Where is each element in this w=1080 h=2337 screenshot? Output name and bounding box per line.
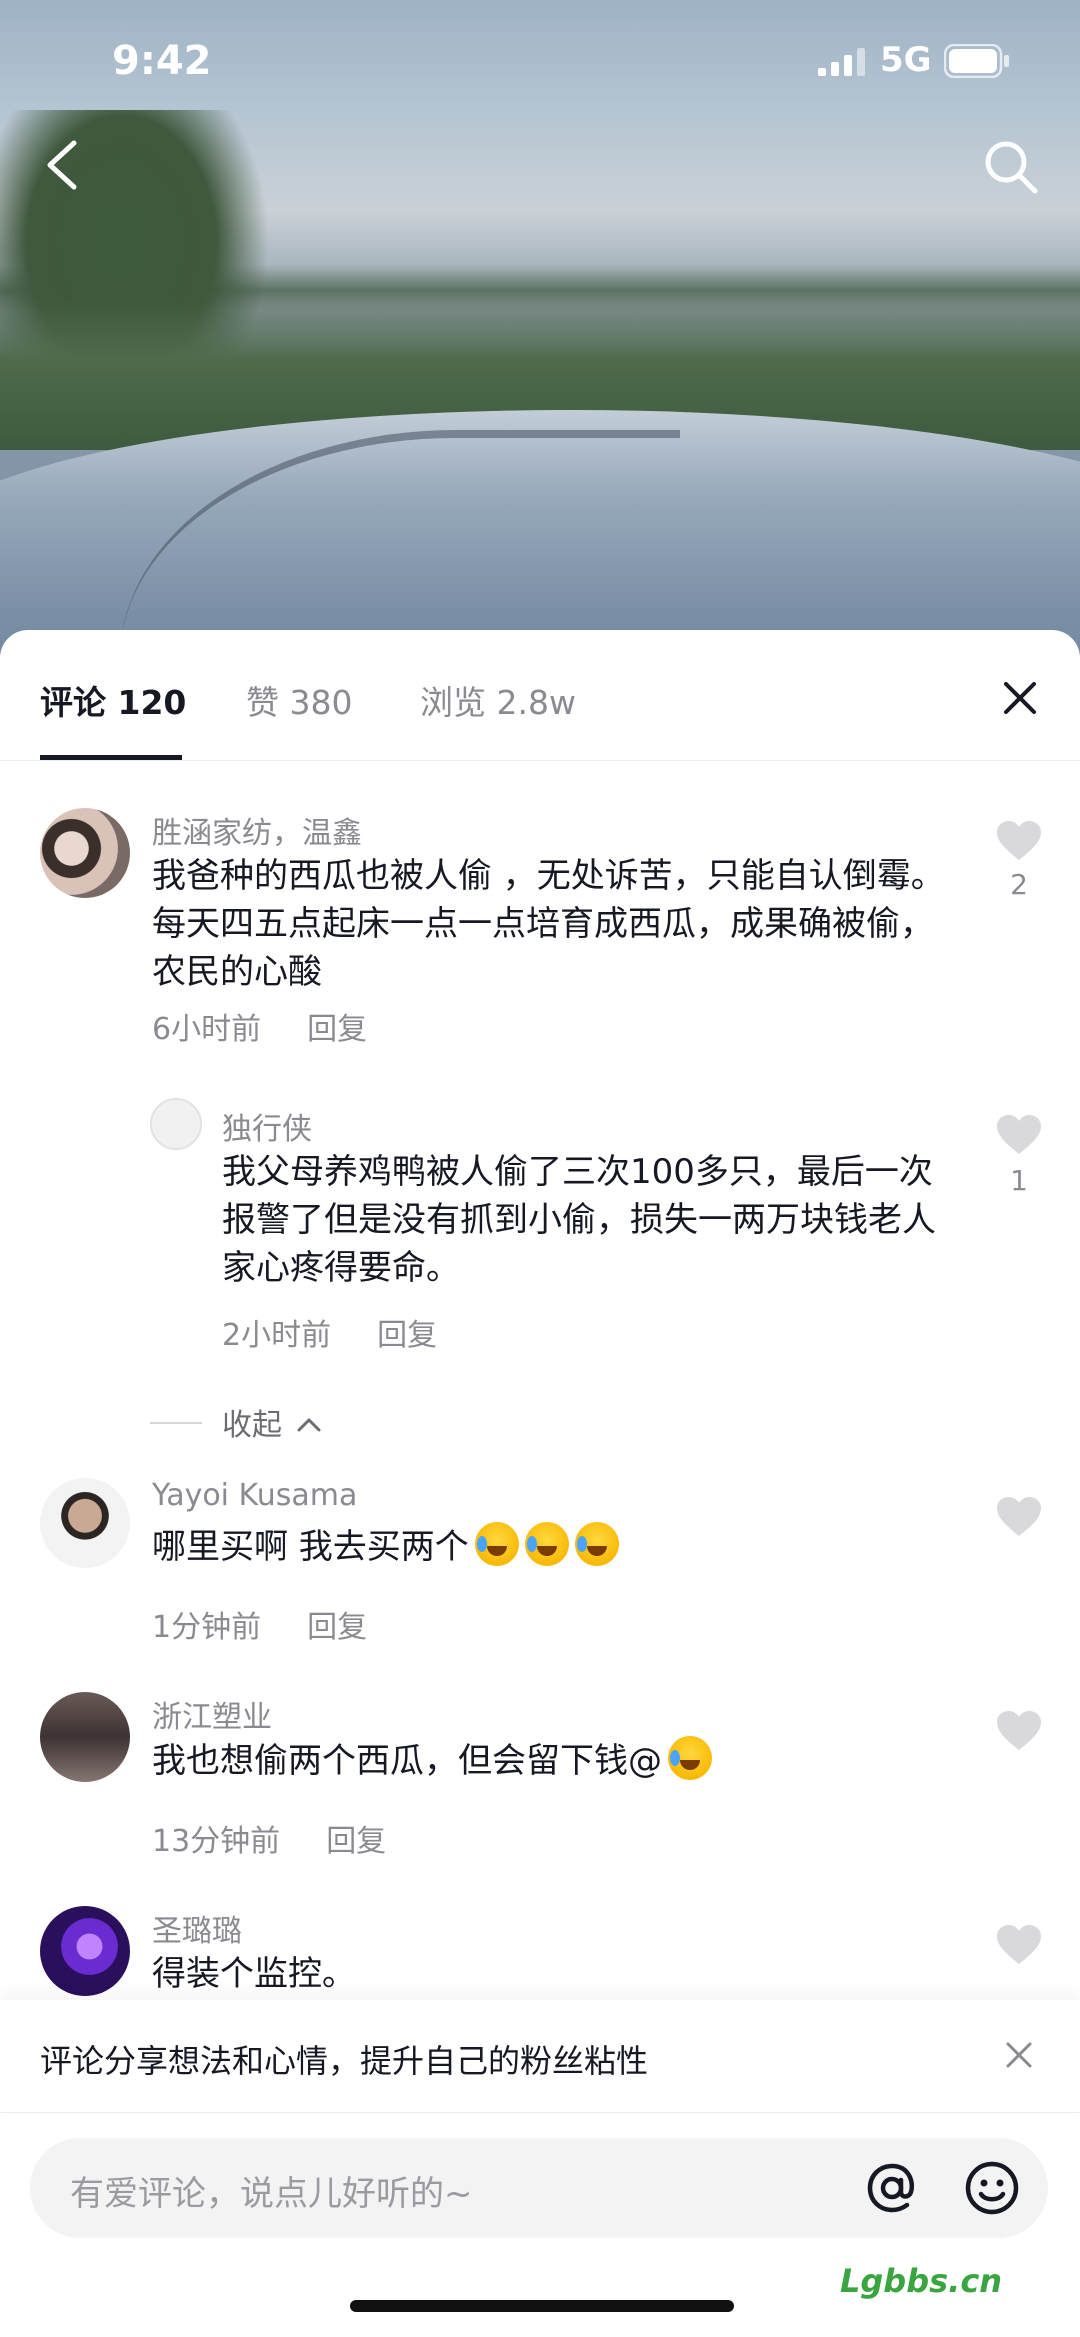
battery-icon <box>944 44 1009 78</box>
comment-author[interactable]: 圣璐璐 <box>152 1906 242 1950</box>
avatar[interactable] <box>40 1906 130 1996</box>
laughing-emoji-icon <box>668 1736 712 1780</box>
heart-icon <box>997 1925 1041 1964</box>
divider <box>0 2112 1080 2113</box>
comment-tabs: 评论 120 赞 380 浏览 2.8w <box>0 630 1080 760</box>
avatar[interactable] <box>40 1478 130 1568</box>
comment-time: 13分钟前 <box>152 1824 281 1859</box>
tip-text: 评论分享想法和心情，提升自己的粉丝粘性 <box>40 2042 649 2080</box>
divider <box>150 1422 202 1424</box>
emoji-icon[interactable] <box>962 2158 1022 2218</box>
tab-comments[interactable]: 评论 120 <box>40 676 186 724</box>
reply-author[interactable]: 独行侠 <box>222 1104 312 1148</box>
heart-icon <box>997 1115 1041 1154</box>
chevron-up-icon <box>297 1418 321 1432</box>
like-count: 2 <box>1010 868 1028 901</box>
comment-author[interactable]: 浙江塑业 <box>152 1692 272 1736</box>
like-button[interactable] <box>996 1114 1042 1156</box>
comment-input[interactable]: 有爱评论，说点儿好听的~ <box>30 2138 1048 2238</box>
comment-meta: 6小时前 回复 <box>152 1004 367 1048</box>
avatar[interactable] <box>150 1098 202 1150</box>
like-button[interactable] <box>996 1924 1042 1966</box>
reply-button[interactable]: 回复 <box>326 1824 386 1859</box>
comment-author[interactable]: Yayoi Kusama <box>152 1478 357 1513</box>
search-icon[interactable] <box>982 138 1040 196</box>
comment-time: 1分钟前 <box>152 1610 262 1645</box>
comment-text[interactable]: 哪里买啊 我去买两个 <box>152 1522 952 1571</box>
status-time: 9:42 <box>112 38 212 84</box>
comment-text-content: 哪里买啊 我去买两个 <box>152 1527 469 1567</box>
signal-icon <box>818 48 865 76</box>
comment-text[interactable]: 得装个监控。 <box>152 1950 952 1998</box>
back-icon[interactable] <box>40 135 86 195</box>
home-indicator[interactable] <box>350 2300 734 2312</box>
reply-time: 2小时前 <box>222 1318 332 1353</box>
close-icon[interactable] <box>1002 680 1038 716</box>
reply-button[interactable]: 回复 <box>377 1318 437 1353</box>
divider <box>0 760 1080 761</box>
heart-icon <box>997 1497 1041 1536</box>
status-bar: 9:42 5G <box>0 0 1080 120</box>
watermark: Lgbbs.cn <box>840 2262 1003 2300</box>
heart-icon <box>997 821 1041 860</box>
laughing-emoji-icon <box>524 1522 569 1566</box>
reply-button[interactable]: 回复 <box>307 1012 367 1047</box>
laughing-emoji-icon <box>574 1522 619 1566</box>
reply-meta: 2小时前 回复 <box>222 1310 437 1354</box>
tip-banner: 评论分享想法和心情，提升自己的粉丝粘性 <box>0 2000 1080 2112</box>
tab-views[interactable]: 浏览 2.8w <box>420 676 576 724</box>
comment-author[interactable]: 胜涵家纺，温鑫 <box>152 808 362 852</box>
laughing-emoji-icon <box>474 1522 519 1566</box>
like-button[interactable] <box>996 820 1042 862</box>
heart-icon <box>997 1711 1041 1750</box>
comment-input-placeholder: 有爱评论，说点儿好听的~ <box>70 2174 473 2214</box>
like-count: 1 <box>1010 1164 1028 1197</box>
comment-text[interactable]: 我也想偷两个西瓜，但会留下钱@ <box>152 1736 952 1785</box>
like-button[interactable] <box>996 1496 1042 1538</box>
comment-text-content: 我也想偷两个西瓜，但会留下钱@ <box>152 1741 662 1781</box>
tab-likes[interactable]: 赞 380 <box>246 676 352 724</box>
close-icon[interactable] <box>1004 2040 1034 2070</box>
network-label: 5G <box>880 40 932 80</box>
comment-meta: 13分钟前 回复 <box>152 1816 386 1860</box>
reply-text[interactable]: 我父母养鸡鸭被人偷了三次100多只，最后一次报警了但是没有抓到小偷，损失一两万块… <box>222 1148 962 1292</box>
like-button[interactable] <box>996 1710 1042 1752</box>
collapse-button[interactable]: 收起 <box>222 1400 322 1444</box>
comment-text[interactable]: 我爸种的西瓜也被人偷 ，无处诉苦，只能自认倒霉。每天四五点起床一点一点培育成西瓜… <box>152 852 952 996</box>
reply-button[interactable]: 回复 <box>307 1610 367 1645</box>
comment-meta: 1分钟前 回复 <box>152 1602 367 1646</box>
collapse-label: 收起 <box>222 1408 282 1443</box>
mention-icon[interactable] <box>862 2158 922 2218</box>
avatar[interactable] <box>40 1692 130 1782</box>
comment-time: 6小时前 <box>152 1012 262 1047</box>
avatar[interactable] <box>40 808 130 898</box>
